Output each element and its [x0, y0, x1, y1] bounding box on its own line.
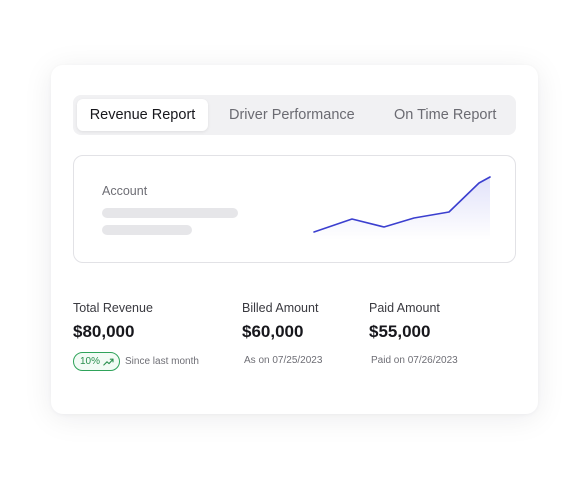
paid-amount-value: $55,000 — [369, 322, 431, 341]
total-revenue-note: Since last month — [125, 356, 199, 367]
growth-badge-text: 10% — [80, 356, 101, 367]
placeholder-line — [102, 225, 192, 235]
billed-amount-value: $60,000 — [242, 322, 304, 341]
account-panel: Account — [73, 155, 516, 263]
growth-badge: 10% — [73, 352, 121, 371]
billed-amount-label: Billed Amount — [242, 301, 319, 315]
paid-amount-label: Paid Amount — [369, 301, 440, 315]
sparkline-area — [314, 177, 490, 240]
report-tabs: Revenue Report Driver Performance On Tim… — [73, 95, 516, 135]
sparkline-chart — [313, 176, 491, 240]
metric-total-revenue: Total Revenue $80,000 10% Since last mon… — [73, 301, 199, 371]
billed-amount-note: As on 07/25/2023 — [244, 355, 323, 366]
metric-paid-amount: Paid Amount $55,000 Paid on 07/26/2023 — [369, 301, 458, 369]
tab-driver-performance[interactable]: Driver Performance — [229, 99, 355, 131]
trend-up-icon — [103, 358, 114, 366]
paid-amount-note: Paid on 07/26/2023 — [371, 355, 458, 366]
tab-on-time-report[interactable]: On Time Report — [394, 99, 496, 131]
total-revenue-label: Total Revenue — [73, 301, 153, 315]
revenue-card: Revenue Report Driver Performance On Tim… — [51, 65, 538, 414]
placeholder-line — [102, 208, 238, 218]
total-revenue-value: $80,000 — [73, 322, 135, 341]
tab-revenue-report[interactable]: Revenue Report — [77, 99, 208, 131]
metric-billed-amount: Billed Amount $60,000 As on 07/25/2023 — [242, 301, 322, 369]
account-label: Account — [102, 184, 148, 198]
